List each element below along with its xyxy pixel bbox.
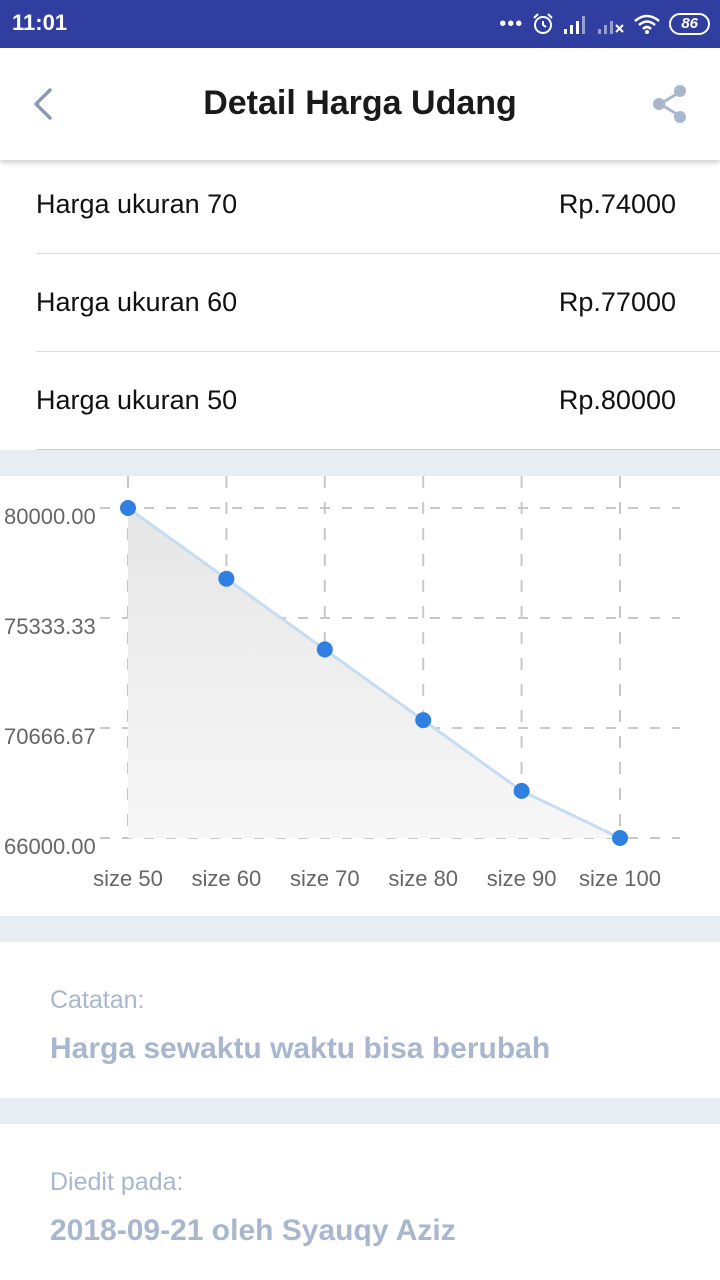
chart-xtick-label: size 60 <box>192 866 262 891</box>
chart-point <box>513 782 530 799</box>
edited-label: Diedit pada: <box>50 1168 184 1196</box>
chart-xtick-label: size 100 <box>579 866 661 891</box>
status-bar: 11:01 ••• 86 <box>0 0 720 48</box>
chart-point <box>316 641 333 658</box>
price-row-50: Harga ukuran 50 Rp.80000 <box>36 352 720 450</box>
chart-area <box>128 508 620 838</box>
more-dots-icon: ••• <box>499 13 524 35</box>
chart-xtick-label: size 80 <box>388 866 458 891</box>
app-bar: Detail Harga Udang <box>0 48 720 160</box>
wifi-icon <box>634 14 661 34</box>
battery-icon: 86 <box>669 13 710 35</box>
chart-ytick-label: 70666.67 <box>4 724 96 749</box>
section-divider <box>0 1098 720 1124</box>
price-value: Rp.74000 <box>558 189 676 219</box>
chart-point <box>415 712 432 729</box>
chart-ytick-label: 66000.00 <box>4 834 96 859</box>
signal-no-sim-icon <box>598 21 625 34</box>
price-label: Harga ukuran 50 <box>36 385 238 415</box>
section-divider <box>0 450 720 476</box>
chart-xtick-label: size 90 <box>487 866 557 891</box>
price-chart-svg: 80000.00 75333.33 70666.67 66000.00 size 50… <box>4 476 680 891</box>
chart-xtick-label: size 50 <box>93 866 163 891</box>
edited-value: 2018-09-21 oleh Syauqy Aziz <box>50 1214 456 1247</box>
status-icons: ••• 86 <box>499 10 710 38</box>
chart-point <box>612 830 628 846</box>
price-label: Harga ukuran 60 <box>36 287 238 317</box>
chart-xtick-label: size 70 <box>290 866 360 891</box>
note-label: Catatan: <box>50 986 145 1014</box>
note-value: Harga sewaktu waktu bisa berubah <box>50 1032 551 1065</box>
chart-ytick-label: 75333.33 <box>4 614 96 639</box>
price-row-70: Harga ukuran 70 Rp.74000 <box>36 156 720 254</box>
chart-point <box>218 570 235 587</box>
price-chart: 80000.00 75333.33 70666.67 66000.00 size 50… <box>0 476 720 916</box>
share-icon[interactable] <box>648 82 692 126</box>
price-row-60: Harga ukuran 60 Rp.77000 <box>36 254 720 352</box>
alarm-icon <box>533 13 554 34</box>
chart-ytick-label: 80000.00 <box>4 504 96 529</box>
price-value: Rp.80000 <box>558 385 676 415</box>
note-card: Catatan: Harga sewaktu waktu bisa beruba… <box>0 942 720 1098</box>
signal-icon <box>564 16 586 34</box>
page-title: Detail Harga Udang <box>203 84 517 122</box>
status-time: 11:01 <box>12 10 68 35</box>
price-label: Harga ukuran 70 <box>36 189 238 219</box>
price-value: Rp.77000 <box>558 287 676 317</box>
section-divider <box>0 916 720 942</box>
chart-point <box>120 500 136 516</box>
edited-card: Diedit pada: 2018-09-21 oleh Syauqy Aziz <box>0 1124 720 1280</box>
